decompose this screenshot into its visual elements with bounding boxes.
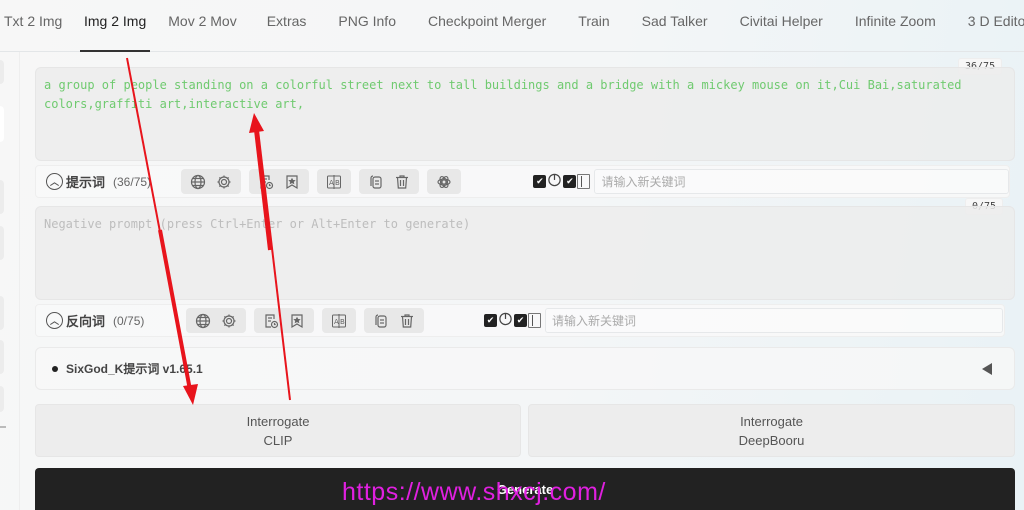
ab-switch-icon[interactable]: AB [321,171,347,193]
chatgpt-group [427,169,462,194]
tab-civitai-helper[interactable]: Civitai Helper [736,0,827,52]
button-line: Interrogate [740,413,803,429]
watermark: https://www.shxcj.com/ [342,478,606,506]
prompt-textarea[interactable]: a group of people standing on a colorful… [35,67,1015,161]
prompt-options: ✔ ✔ [533,172,591,192]
svg-text:B: B [335,179,340,187]
left-stub [0,386,4,412]
history-icon[interactable] [258,310,284,332]
checkbox-checked-icon[interactable]: ✔ [563,175,577,188]
checkbox-checked-icon[interactable]: ✔ [514,314,527,327]
text-cursor-icon[interactable] [528,313,541,328]
left-stub [0,180,4,214]
negative-options: ✔ ✔ [484,311,541,331]
prompt-toolbar: ︿ 提示词 (36/75) AB ✔ ✔ [35,165,1010,198]
negative-toolbar-label[interactable]: ︿ 反向词 (0/75) [46,311,186,330]
tab-sad-talker[interactable]: Sad Talker [638,0,712,52]
interrogate-deepbooru-button[interactable]: Interrogate DeepBooru [528,404,1015,457]
translate-settings-group [186,308,246,333]
svg-text:A: A [329,179,334,187]
timer-icon[interactable] [498,311,513,331]
timer-icon[interactable] [547,172,562,192]
svg-text:B: B [340,318,345,326]
tab-bar: Txt 2 Img Img 2 Img Mov 2 Mov Extras PNG… [0,0,1024,52]
prompt-toolbar-label[interactable]: ︿ 提示词 (36/75) [46,172,181,191]
negative-count: (0/75) [113,313,145,328]
tab-checkpoint-merger[interactable]: Checkpoint Merger [424,0,550,52]
tab-infinite-zoom[interactable]: Infinite Zoom [851,0,940,52]
gear-icon[interactable] [216,310,242,332]
tab-train[interactable]: Train [574,0,613,52]
negative-label: 反向词 [66,314,106,329]
chatgpt-icon[interactable] [431,171,457,193]
negative-toolbar: ︿ 反向词 (0/75) AB ✔ ✔ [35,304,1005,337]
prompt-keyword-input[interactable] [594,169,1009,194]
collapse-icon[interactable]: ︿ [46,173,63,190]
extension-title: SixGod_K提示词 v1.65.1 [66,362,203,376]
gear-icon[interactable] [211,171,237,193]
tab-png-info[interactable]: PNG Info [334,0,400,52]
ab-group: AB [317,169,352,194]
history-bookmark-group [249,169,310,194]
history-icon[interactable] [253,171,279,193]
left-stub [0,340,4,374]
ab-switch-icon[interactable]: AB [326,310,352,332]
left-divider [0,426,6,428]
translate-settings-group [181,169,242,194]
copy-delete-group [359,169,420,194]
button-line: CLIP [263,432,293,448]
checkbox-checked-icon[interactable]: ✔ [484,314,497,327]
bookmark-icon[interactable] [279,171,305,193]
left-stub [0,60,4,84]
globe-icon[interactable] [190,310,216,332]
history-bookmark-group [254,308,314,333]
prompt-text[interactable]: a group of people standing on a colorful… [36,68,1014,122]
trash-icon[interactable] [389,171,415,193]
left-column-edge [0,52,20,510]
button-line: DeepBooru [738,432,805,448]
tab-img2img[interactable]: Img 2 Img [80,0,151,52]
collapse-icon[interactable]: ︿ [46,312,63,329]
negative-prompt-textarea[interactable]: Negative prompt (press Ctrl+Enter or Alt… [35,206,1015,300]
text-cursor-icon[interactable] [577,174,591,189]
svg-text:A: A [334,318,339,326]
copy-icon[interactable] [363,171,389,193]
ab-group: AB [322,308,356,333]
prompt-label: 提示词 [66,175,106,190]
left-stub [0,226,4,260]
negative-prompt-placeholder[interactable]: Negative prompt (press Ctrl+Enter or Alt… [36,207,1014,242]
button-line: Interrogate [246,413,310,429]
copy-delete-group [364,308,424,333]
tab-3d-editor[interactable]: 3 D Editor [964,0,1024,52]
trash-icon[interactable] [394,310,420,332]
left-stub [0,296,4,330]
negative-keyword-input[interactable] [545,308,1003,333]
globe-icon[interactable] [185,171,211,193]
bookmark-icon[interactable] [284,310,310,332]
copy-icon[interactable] [368,310,394,332]
tab-mov2mov[interactable]: Mov 2 Mov [164,0,240,52]
expand-triangle-icon[interactable] [982,363,992,375]
tab-txt2img[interactable]: Txt 2 Img [0,0,62,52]
prompt-count: (36/75) [113,174,152,189]
checkbox-checked-icon[interactable]: ✔ [533,175,547,188]
interrogate-clip-button[interactable]: Interrogate CLIP [35,404,521,457]
sixgod-extension-accordion[interactable]: SixGod_K提示词 v1.65.1 [35,347,1015,390]
left-stub [0,106,4,142]
bullet-icon [52,365,58,372]
tab-extras[interactable]: Extras [263,0,311,52]
